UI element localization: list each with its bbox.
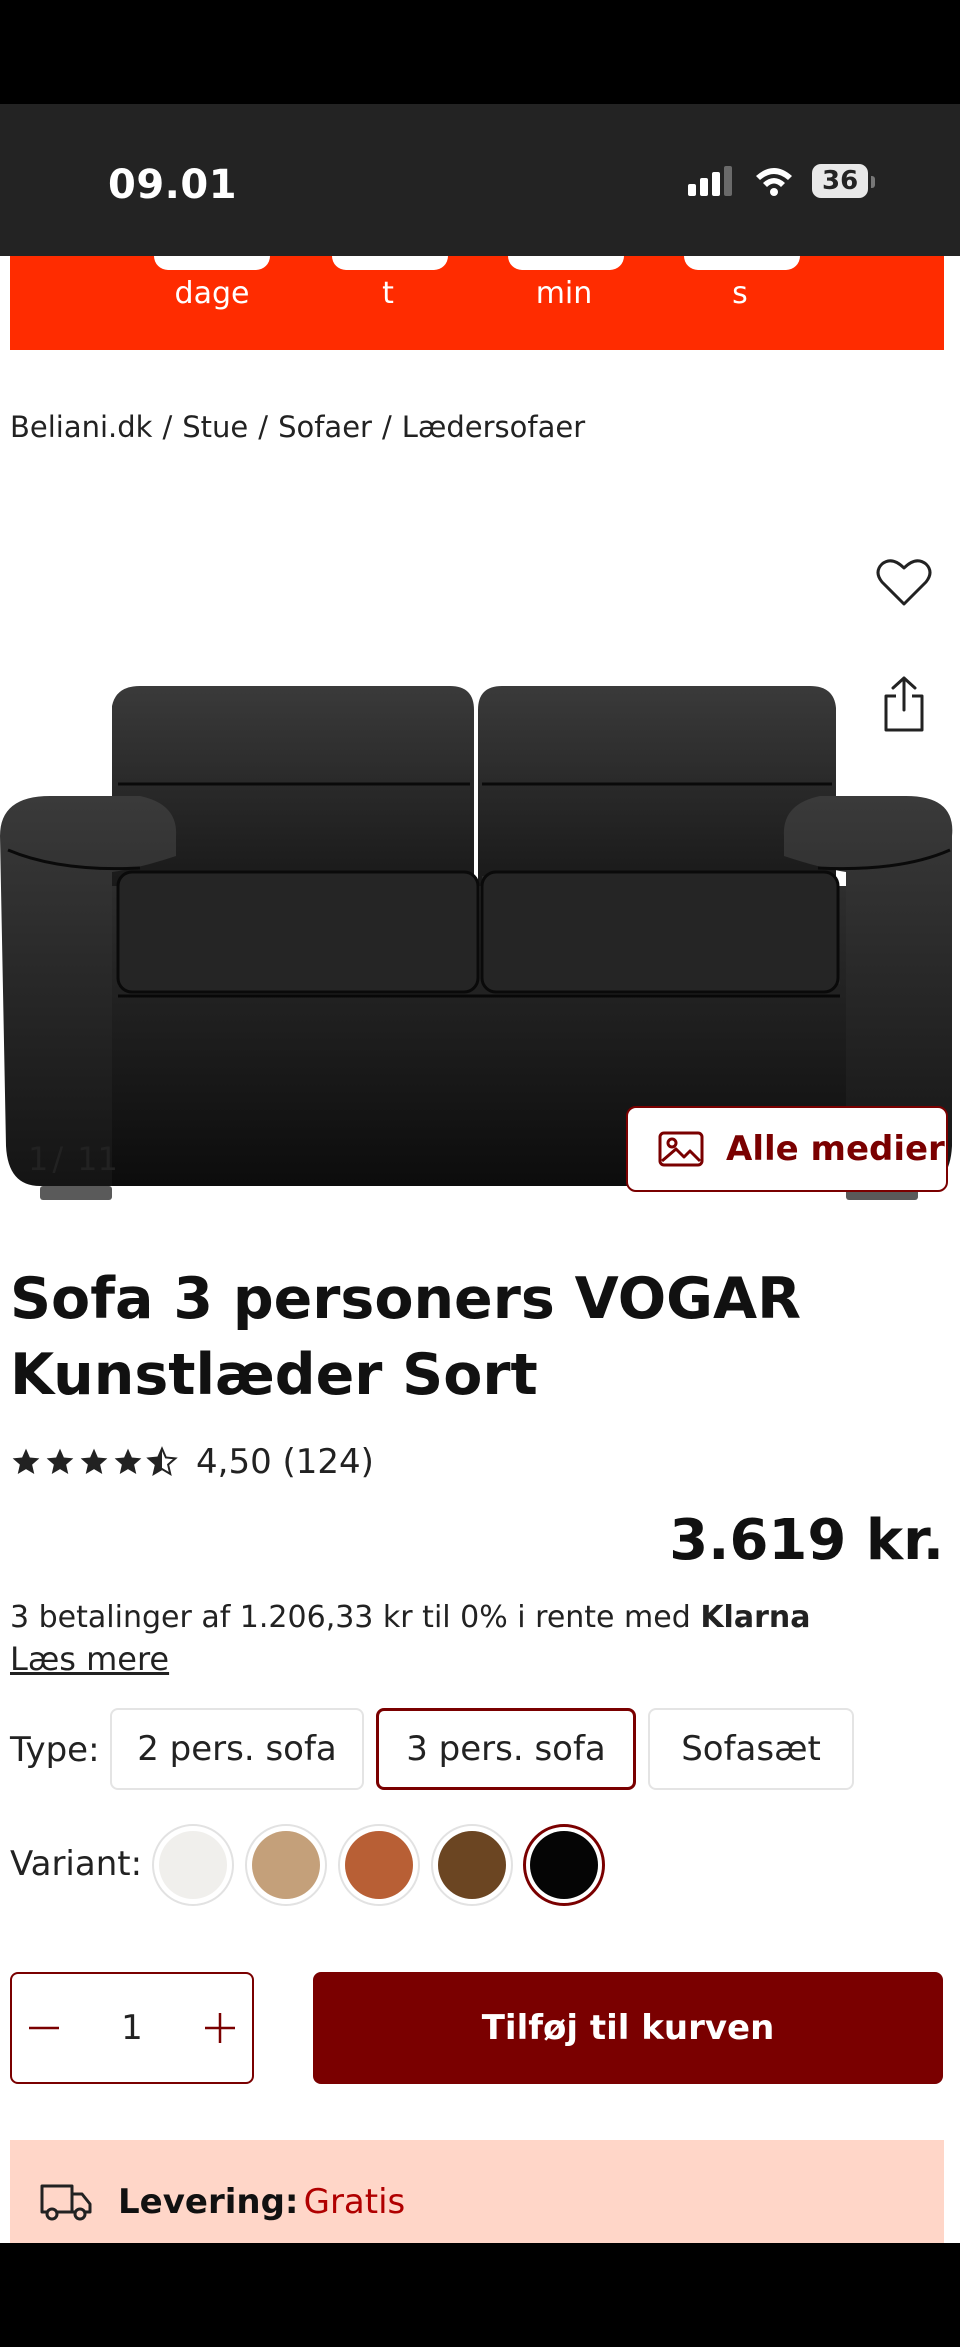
read-more-link[interactable]: Læs mere: [10, 1640, 169, 1678]
swatch-color: [252, 1831, 320, 1899]
countdown-minutes-box: [508, 256, 624, 270]
klarna-info: 3 betalinger af 1.206,33 kr til 0% i ren…: [10, 1600, 810, 1635]
status-icons: 36: [688, 164, 876, 198]
product-rating[interactable]: 4,50 (124): [10, 1442, 374, 1482]
heart-icon: [876, 559, 932, 606]
variant-swatch-beige[interactable]: [245, 1824, 327, 1906]
breadcrumb-separator: /: [381, 410, 392, 444]
gallery-total: 11: [77, 1140, 118, 1178]
countdown-days-box: [154, 256, 270, 270]
star-full-icon: [12, 1448, 40, 1474]
rating-stars: [10, 1446, 178, 1478]
countdown-unit-minutes: min: [535, 276, 593, 311]
star-half-icon: [146, 1446, 178, 1477]
breadcrumb-separator: /: [162, 410, 173, 444]
status-bar: 09.01 36: [0, 104, 960, 256]
klarna-brand: Klarna: [700, 1600, 811, 1635]
type-option-3-pers-sofa[interactable]: 3 pers. sofa: [376, 1708, 636, 1790]
product-title: Sofa 3 personers VOGAR Kunstlæder Sort: [10, 1266, 801, 1408]
swatch-color: [159, 1831, 227, 1899]
swatch-color: [345, 1831, 413, 1899]
klarna-text: 3 betalinger af 1.206,33 kr til 0% i ren…: [10, 1600, 701, 1635]
type-option-sofasaet[interactable]: Sofasæt: [648, 1708, 854, 1790]
minus-icon: [29, 2026, 59, 2030]
variant-swatch-black[interactable]: [523, 1824, 605, 1906]
gallery-current: 1: [28, 1140, 49, 1178]
delivery-label: Levering:: [118, 2182, 299, 2222]
star-full-icon: [46, 1448, 74, 1474]
plus-icon: [204, 2013, 235, 2043]
increase-button[interactable]: [200, 2008, 240, 2048]
type-label: Type:: [10, 1730, 100, 1770]
product-page: dage t min s Beliani.dk / Stue / Sofaer / Læde…: [0, 256, 960, 2243]
star-full-icon: [114, 1448, 142, 1474]
variant-label: Variant:: [10, 1844, 143, 1884]
swatch-color: [530, 1831, 598, 1899]
all-media-label: Alle medier: [726, 1129, 945, 1169]
breadcrumb: Beliani.dk / Stue / Sofaer / Lædersofaer: [10, 410, 585, 444]
breadcrumb-separator: /: [258, 410, 269, 444]
countdown-unit-hours: t: [382, 276, 394, 311]
breadcrumb-home[interactable]: Beliani.dk: [10, 410, 152, 444]
countdown-banner[interactable]: dage t min s: [10, 256, 944, 350]
variant-swatch-white[interactable]: [152, 1824, 234, 1906]
variant-swatch-brown[interactable]: [431, 1824, 513, 1906]
decrease-button[interactable]: [24, 2008, 64, 2048]
countdown-hours-box: [332, 256, 448, 270]
swatch-color: [438, 1831, 506, 1899]
variant-swatch-cognac[interactable]: [338, 1824, 420, 1906]
truck-icon: [40, 2184, 92, 2221]
delivery-info: Levering: Gratis: [10, 2140, 944, 2243]
wifi-icon: [756, 168, 792, 196]
image-icon: [658, 1131, 704, 1167]
countdown-unit-days: dage: [174, 276, 250, 311]
favorite-button[interactable]: [874, 552, 934, 612]
battery-icon: 36: [812, 164, 876, 198]
bottom-black-bar: [0, 2243, 960, 2347]
type-option-2-pers-sofa[interactable]: 2 pers. sofa: [110, 1708, 364, 1790]
product-price: 3.619 kr.: [669, 1508, 944, 1573]
signal-icon: [688, 166, 732, 196]
breadcrumb-laedersofaer[interactable]: Lædersofaer: [402, 410, 585, 444]
gallery-separator: /: [52, 1140, 64, 1178]
quantity-value[interactable]: 1: [121, 2008, 143, 2048]
gallery-counter: 1/ 11: [28, 1140, 118, 1178]
breadcrumb-stue[interactable]: Stue: [182, 410, 248, 444]
status-time: 09.01: [108, 162, 238, 208]
breadcrumb-sofaer[interactable]: Sofaer: [278, 410, 372, 444]
all-media-button[interactable]: Alle medier: [626, 1106, 948, 1192]
star-full-icon: [80, 1448, 108, 1474]
top-black-bar: [0, 0, 960, 104]
rating-text: 4,50 (124): [196, 1442, 374, 1482]
delivery-value: Gratis: [303, 2182, 406, 2222]
countdown-seconds-box: [684, 256, 800, 270]
countdown-unit-seconds: s: [732, 276, 748, 311]
add-to-cart-button[interactable]: Tilføj til kurven: [313, 1972, 943, 2084]
quantity-stepper: 1: [10, 1972, 254, 2084]
